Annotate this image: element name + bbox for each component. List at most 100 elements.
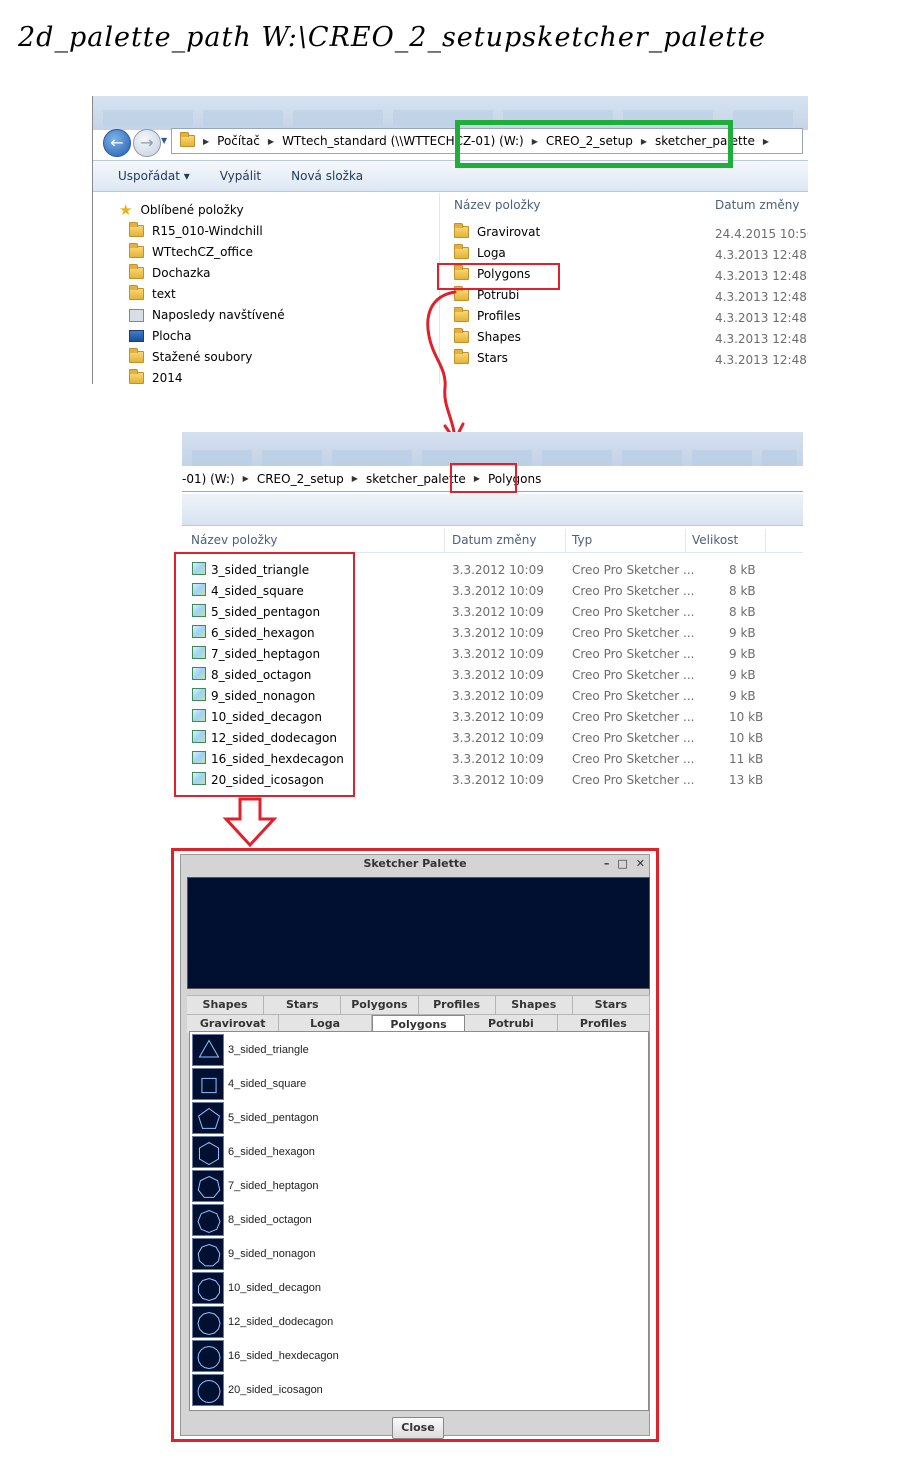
palette-item[interactable]: 6_sided_hexagon (192, 1136, 492, 1170)
palette-item-label: 9_sided_nonagon (228, 1248, 316, 1260)
tab-stars[interactable]: Stars (573, 996, 651, 1014)
folder-icon (129, 264, 144, 279)
chevron-right-icon[interactable]: ▶ (352, 474, 358, 483)
nav-item[interactable]: Naposledy navštívené (129, 308, 285, 322)
back-button[interactable]: ← (103, 129, 131, 157)
column-header-date[interactable]: Datum změny (715, 198, 800, 212)
path-highlight-box (455, 120, 733, 168)
burn-button[interactable]: Vypálit (220, 169, 261, 183)
folder-date: 24.4.2015 10:56 (715, 227, 808, 241)
breadcrumb-item[interactable]: -01) (W:) (182, 472, 235, 486)
file-type: Creo Pro Sketcher ... (572, 752, 695, 766)
sketcher-palette-frame: Sketcher Palette – □ ✕ Shapes Stars Poly… (171, 848, 659, 1442)
nav-item[interactable]: Dochazka (129, 264, 211, 280)
close-icon[interactable]: ✕ (636, 857, 645, 870)
folder-icon (180, 132, 195, 147)
recent-icon (129, 308, 144, 322)
palette-item[interactable]: 20_sided_icosagon (192, 1374, 492, 1408)
minimize-icon[interactable]: – (604, 857, 610, 870)
hollow-arrow-down-icon (222, 797, 278, 848)
nav-item-label: Dochazka (152, 266, 211, 280)
palette-item-label: 4_sided_square (228, 1078, 307, 1090)
file-size: 9 kB (729, 626, 756, 640)
palette-item[interactable]: 4_sided_square (192, 1068, 492, 1102)
polygon-5-icon (192, 1102, 224, 1134)
maximize-icon[interactable]: □ (617, 857, 627, 870)
palette-item[interactable]: 7_sided_heptagon (192, 1170, 492, 1204)
breadcrumb-item[interactable]: CREO_2_setup (257, 472, 344, 486)
palette-item-label: 20_sided_icosagon (228, 1384, 323, 1396)
folder-row[interactable]: Loga (454, 244, 506, 260)
file-type: Creo Pro Sketcher ... (572, 668, 695, 682)
folder-icon (129, 243, 144, 258)
nav-item-favorites[interactable]: ★ Oblíbené položky (119, 203, 244, 218)
folder-date: 4.3.2013 12:48 (715, 248, 807, 262)
nav-item[interactable]: 2014 (129, 369, 183, 384)
file-type: Creo Pro Sketcher ... (572, 689, 695, 703)
polygon-16-icon (192, 1340, 224, 1372)
nav-item[interactable]: WTtechCZ_office (129, 243, 253, 259)
file-type: Creo Pro Sketcher ... (572, 647, 695, 661)
file-date: 3.3.2012 10:09 (452, 584, 544, 598)
preview-area (187, 877, 650, 989)
column-header-type[interactable]: Typ (572, 533, 592, 547)
palette-item-label: 6_sided_hexagon (228, 1146, 315, 1158)
file-date: 3.3.2012 10:09 (452, 563, 544, 577)
column-header-name[interactable]: Název položky (191, 533, 277, 547)
palette-item[interactable]: 3_sided_triangle (192, 1034, 492, 1068)
folder-icon (454, 244, 469, 259)
nav-item[interactable]: text (129, 285, 176, 301)
palette-item-label: 7_sided_heptagon (228, 1180, 319, 1192)
tab-row-1: Shapes Stars Polygons Profiles Shapes St… (187, 995, 651, 1014)
history-dropdown-icon[interactable]: ▼ (161, 136, 167, 145)
file-size: 9 kB (729, 689, 756, 703)
tab-stars[interactable]: Stars (264, 996, 342, 1014)
forward-button[interactable]: → (133, 129, 161, 157)
new-folder-button[interactable]: Nová složka (291, 169, 363, 183)
file-date: 3.3.2012 10:09 (452, 773, 544, 787)
column-header-size[interactable]: Velikost (692, 533, 738, 547)
nav-item[interactable]: Stažené soubory (129, 348, 252, 364)
tab-polygons[interactable]: Polygons (341, 996, 419, 1014)
palette-item[interactable]: 9_sided_nonagon (192, 1238, 492, 1272)
folder-row[interactable]: Gravirovat (454, 223, 540, 239)
chevron-right-icon[interactable]: ▶ (243, 474, 249, 483)
file-date: 3.3.2012 10:09 (452, 626, 544, 640)
folder-date: 4.3.2013 12:48 (715, 290, 807, 304)
polygon-9-icon (192, 1238, 224, 1270)
organize-button[interactable]: Uspořádat ▾ (118, 169, 190, 183)
nav-item-label: Naposledy navštívené (152, 308, 285, 322)
nav-item[interactable]: R15_010-Windchill (129, 222, 263, 238)
polygon-10-icon (192, 1272, 224, 1304)
nav-item[interactable]: Plocha (129, 329, 191, 343)
folder-icon (454, 223, 469, 238)
close-button[interactable]: Close (392, 1417, 444, 1439)
folder-date: 4.3.2013 12:48 (715, 269, 807, 283)
palette-item[interactable]: 5_sided_pentagon (192, 1102, 492, 1136)
palette-item[interactable]: 12_sided_dodecagon (192, 1306, 492, 1340)
window-controls: – □ ✕ (604, 857, 645, 870)
breadcrumb-item[interactable]: Počítač (217, 134, 260, 148)
dialog-title: Sketcher Palette (363, 857, 467, 870)
tab-shapes[interactable]: Shapes (187, 996, 265, 1014)
file-date: 3.3.2012 10:09 (452, 668, 544, 682)
polygons-folder-highlight (437, 263, 560, 290)
nav-item-label: text (152, 287, 176, 301)
file-date: 3.3.2012 10:09 (452, 689, 544, 703)
palette-item[interactable]: 10_sided_decagon (192, 1272, 492, 1306)
chevron-right-icon[interactable]: ▶ (268, 137, 274, 146)
file-type: Creo Pro Sketcher ... (572, 584, 695, 598)
folder-date: 4.3.2013 12:48 (715, 332, 807, 346)
palette-item[interactable]: 8_sided_octagon (192, 1204, 492, 1238)
sketch-files-highlight (174, 552, 355, 797)
tab-shapes[interactable]: Shapes (496, 996, 573, 1014)
file-type: Creo Pro Sketcher ... (572, 731, 695, 745)
column-header-date[interactable]: Datum změny (452, 533, 537, 547)
chevron-right-icon[interactable]: ▶ (763, 137, 769, 146)
palette-item[interactable]: 16_sided_hexdecagon (192, 1340, 492, 1374)
tab-profiles[interactable]: Profiles (419, 996, 496, 1014)
file-size: 10 kB (729, 710, 764, 724)
polygon-8-icon (192, 1204, 224, 1236)
column-header-name[interactable]: Název položky (454, 198, 540, 212)
chevron-right-icon[interactable]: ▶ (203, 137, 209, 146)
